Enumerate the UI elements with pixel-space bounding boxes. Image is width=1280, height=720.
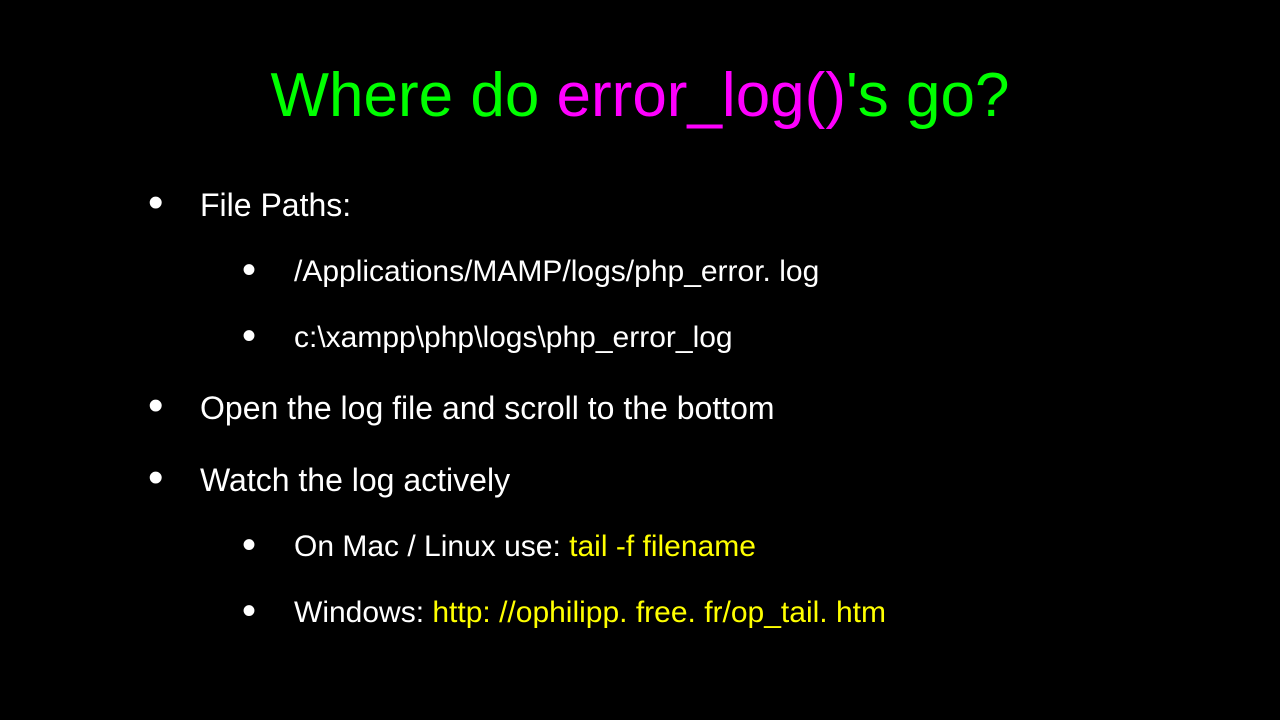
link-text: http: //ophilipp. free. fr/op_tail. htm	[432, 596, 886, 629]
sub-bullet-list: On Mac / Linux use: tail -f filename Win…	[200, 528, 1220, 631]
sub-bullet-path-mac: /Applications/MAMP/logs/php_error. log	[234, 253, 1220, 291]
slide-body: File Paths: /Applications/MAMP/logs/php_…	[140, 185, 1220, 663]
sub-bullet-mac-linux: On Mac / Linux use: tail -f filename	[234, 528, 1220, 566]
label-text: On Mac / Linux use:	[294, 530, 569, 563]
title-part2: error_log()	[557, 61, 846, 130]
slide: Where do error_log()'s go? File Paths: /…	[0, 0, 1280, 720]
bullet-open-log: Open the log file and scroll to the bott…	[140, 388, 1220, 428]
bullet-text: Open the log file and scroll to the bott…	[200, 390, 775, 426]
slide-title: Where do error_log()'s go?	[0, 60, 1280, 131]
bullet-watch-log: Watch the log actively On Mac / Linux us…	[140, 460, 1220, 631]
bullet-text: File Paths:	[200, 187, 351, 223]
bullet-list: File Paths: /Applications/MAMP/logs/php_…	[140, 185, 1220, 631]
path-text: /Applications/MAMP/logs/php_error. log	[294, 255, 819, 288]
title-part3: 's go?	[846, 61, 1010, 130]
bullet-file-paths: File Paths: /Applications/MAMP/logs/php_…	[140, 185, 1220, 356]
command-text: tail -f filename	[569, 530, 756, 563]
sub-bullet-path-windows: c:\xampp\php\logs\php_error_log	[234, 319, 1220, 357]
title-part1: Where do	[271, 61, 557, 130]
sub-bullet-windows: Windows: http: //ophilipp. free. fr/op_t…	[234, 594, 1220, 632]
path-text: c:\xampp\php\logs\php_error_log	[294, 321, 733, 354]
bullet-text: Watch the log actively	[200, 462, 510, 498]
sub-bullet-list: /Applications/MAMP/logs/php_error. log c…	[200, 253, 1220, 356]
label-text: Windows:	[294, 596, 432, 629]
